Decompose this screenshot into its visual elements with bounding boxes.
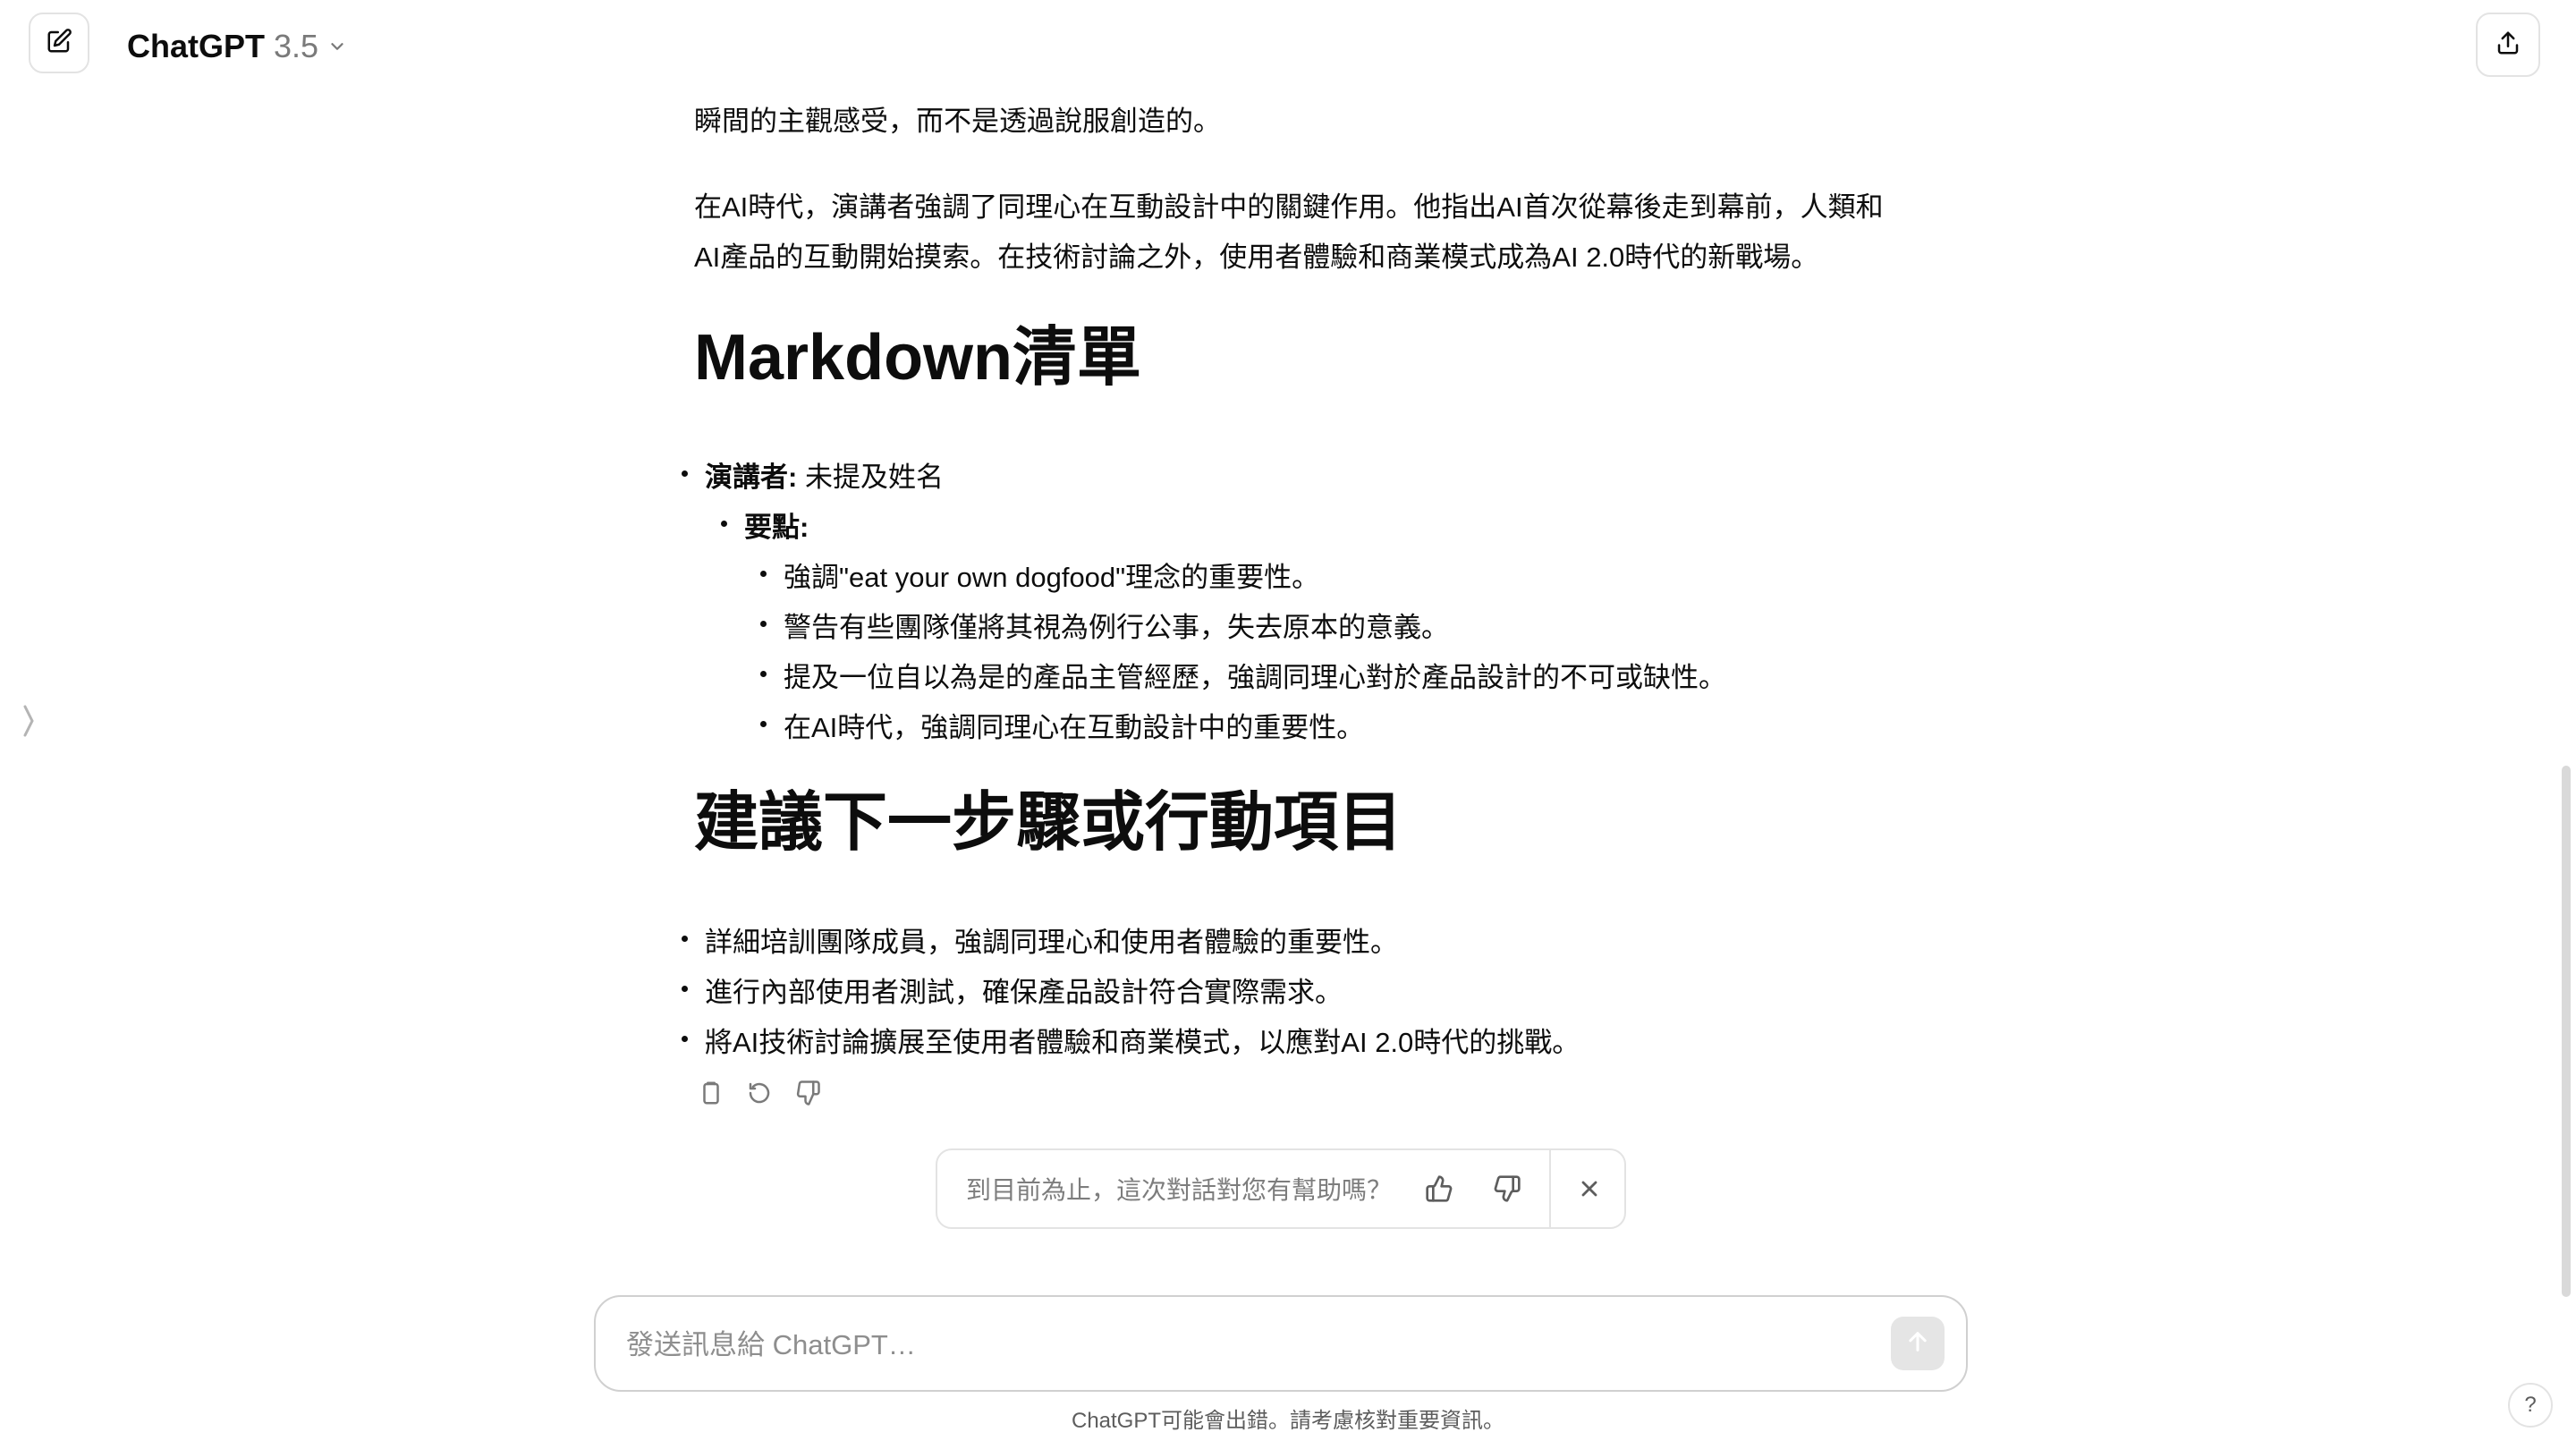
list-item: 將AI技術討論擴展至使用者體驗和商業模式，以應對AI 2.0時代的挑戰。: [681, 1018, 1580, 1068]
arrow-up-icon: [1905, 1329, 1930, 1359]
share-button[interactable]: [2476, 13, 2540, 77]
share-icon: [2495, 30, 2521, 61]
help-button[interactable]: ?: [2508, 1383, 2553, 1428]
message-input[interactable]: [626, 1322, 1843, 1368]
list-item: 強調"eat your own dogfood"理念的重要性。: [759, 553, 1319, 603]
list-item-points: 要點:: [720, 503, 809, 553]
chevron-down-icon: [327, 37, 347, 56]
feedback-prompt: 到目前為止，這次對話對您有幫助嗎？: [936, 1148, 1626, 1229]
sidebar-toggle-icon[interactable]: [18, 701, 39, 741]
model-name: ChatGPT: [127, 28, 266, 64]
new-chat-button[interactable]: [29, 13, 89, 73]
thumbs-down-icon[interactable]: [791, 1076, 825, 1110]
model-selector[interactable]: ChatGPT 3.5: [127, 21, 347, 72]
close-icon[interactable]: [1569, 1168, 1610, 1209]
points-label: 要點:: [744, 512, 809, 543]
list-item: 進行內部使用者測試，確保產品設計符合實際需求。: [682, 968, 1343, 1018]
speaker-label: 演講者:: [705, 462, 798, 493]
edit-icon: [46, 28, 72, 59]
regenerate-icon[interactable]: [742, 1076, 776, 1110]
thumbs-down-icon[interactable]: [1487, 1168, 1528, 1209]
feedback-question: 到目前為止，這次對話對您有幫助嗎？: [966, 1176, 1393, 1204]
scrollbar-thumb[interactable]: [2562, 766, 2571, 1297]
speaker-value: 未提及姓名: [797, 462, 944, 493]
copy-icon[interactable]: [694, 1076, 728, 1110]
top-bar: ChatGPT 3.5: [0, 0, 2576, 93]
disclaimer: ChatGPT可能會出錯。請考慮核對重要資訊。: [1071, 1409, 1505, 1433]
list-item: 警告有些團隊僅將其視為例行公事，失去原本的意義。: [760, 603, 1449, 653]
send-button[interactable]: [1891, 1317, 1945, 1370]
section-heading: Markdown清單: [694, 322, 1142, 394]
message-paragraph: 瞬間的主觀感受，而不是透過說服創造的。: [694, 106, 1221, 137]
message-composer: [594, 1295, 1968, 1392]
thumbs-up-icon[interactable]: [1419, 1168, 1460, 1209]
list-item: 在AI時代，強調同理心在互動設計中的重要性。: [759, 703, 1364, 753]
message-actions: [694, 1072, 825, 1114]
message-paragraph: 在AI時代，演講者強調了同理心在互動設計中的關鍵作用。他指出AI首次從幕後走到幕…: [694, 182, 1946, 283]
divider: [1549, 1150, 1551, 1227]
section-heading: 建議下一步驟或行動項目: [694, 787, 1403, 859]
list-item: 提及一位自以為是的產品主管經歷，強調同理心對於產品設計的不可或缺性。: [760, 653, 1726, 703]
list-item: 詳細培訓團隊成員，強調同理心和使用者體驗的重要性。: [682, 918, 1398, 968]
model-version: 3.5: [274, 28, 319, 64]
paragraph-line: AI產品的互動開始摸索。在技術討論之外，使用者體驗和商業模式成為AI 2.0時代…: [694, 242, 1819, 273]
list-item-speaker: 演講者: 未提及姓名: [682, 453, 944, 503]
paragraph-line: 在AI時代，演講者強調了同理心在互動設計中的關鍵作用。他指出AI首次從幕後走到幕…: [694, 191, 1884, 223]
